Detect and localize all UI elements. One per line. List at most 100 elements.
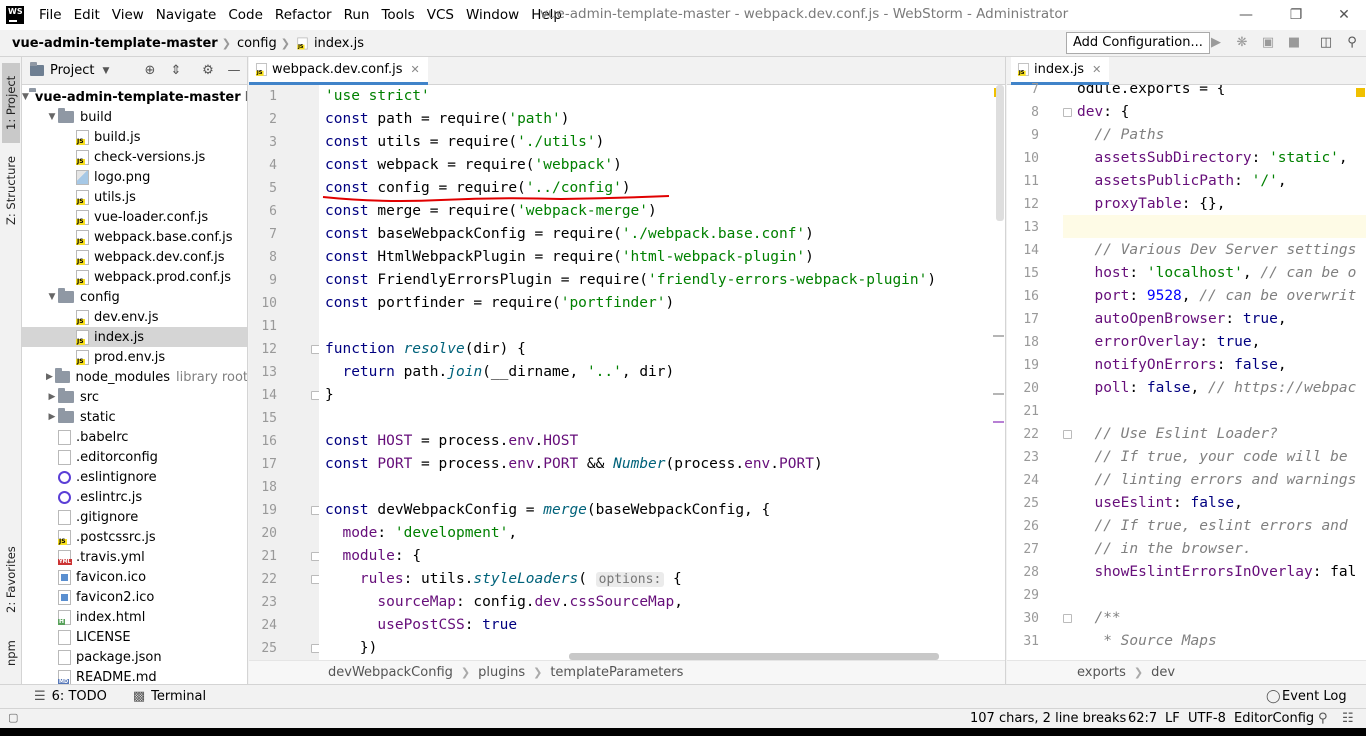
code-line[interactable]: host: 'localhost', // can be o	[1077, 262, 1356, 285]
code-line[interactable]: * Source Maps	[1077, 630, 1217, 653]
code-line[interactable]: autoOpenBrowser: true,	[1077, 308, 1286, 331]
tree-item-editorconfig[interactable]: .editorconfig	[22, 447, 247, 467]
tree-root-folder[interactable]: ▼ vue-admin-template-master E	[22, 87, 247, 107]
code-line[interactable]: showEslintErrorsInOverlay: fal	[1077, 561, 1356, 584]
tree-item-logo-png[interactable]: logo.png	[22, 167, 247, 187]
code-line[interactable]: port: 9528, // can be overwrit	[1077, 285, 1356, 308]
chevron-down-icon[interactable]: ▼	[22, 92, 29, 102]
tree-item-readme-md[interactable]: README.md	[22, 667, 247, 684]
tree-item-index-js[interactable]: index.js	[22, 327, 247, 347]
code-line[interactable]: const devWebpackConfig = merge(baseWebpa…	[325, 499, 770, 522]
tree-item-config[interactable]: ▼ config	[22, 287, 247, 307]
code-line[interactable]: 'use strict'	[325, 85, 430, 108]
chevron-down-icon[interactable]: ▼	[46, 292, 58, 302]
tree-item-license[interactable]: LICENSE	[22, 627, 247, 647]
chevron-right-icon[interactable]: ▶	[44, 372, 55, 382]
breadcrumb-index-js[interactable]: index.js	[314, 36, 368, 51]
menu-view[interactable]: View	[107, 7, 151, 23]
code-line[interactable]: poll: false, // https://webpac	[1077, 377, 1356, 400]
hide-panel-icon[interactable]: —	[226, 63, 242, 79]
change-marker[interactable]	[993, 335, 1004, 337]
add-configuration-button[interactable]: Add Configuration...	[1066, 32, 1210, 54]
todo-tool-button[interactable]: 6: TODO	[52, 689, 107, 704]
tree-item-gitignore[interactable]: .gitignore	[22, 507, 247, 527]
code-line[interactable]: function resolve(dir) {	[325, 338, 526, 361]
code-line[interactable]: // linting errors and warnings	[1077, 469, 1356, 492]
menu-edit[interactable]: Edit	[69, 7, 107, 23]
npm-tool-tab[interactable]: npm	[2, 631, 20, 675]
restore-icon[interactable]: ❐	[1276, 4, 1316, 26]
tree-item-eslintrc-js[interactable]: .eslintrc.js	[22, 487, 247, 507]
locate-file-icon[interactable]: ⊕	[142, 63, 158, 79]
right-code-area[interactable]: odule.exports = {dev: { // Paths assetsS…	[1069, 85, 1366, 660]
code-line[interactable]: // If true, your code will be	[1077, 446, 1347, 469]
tree-item-index-html[interactable]: index.html	[22, 607, 247, 627]
caret-position[interactable]: 62:7	[1128, 711, 1157, 726]
code-line[interactable]: // Paths	[1077, 124, 1164, 147]
editor-horizontal-scrollbar[interactable]	[569, 653, 939, 660]
code-line[interactable]: const path = require('path')	[325, 108, 569, 131]
code-line[interactable]: notifyOnErrors: false,	[1077, 354, 1286, 377]
tree-item-static[interactable]: ▶ static	[22, 407, 247, 427]
chevron-down-icon[interactable]: ▼	[46, 112, 58, 122]
code-line[interactable]: module: {	[325, 545, 421, 568]
breadcrumb-config[interactable]: config	[231, 36, 281, 51]
line-separator[interactable]: LF	[1165, 711, 1180, 726]
tree-item-dev-env-js[interactable]: dev.env.js	[22, 307, 247, 327]
lock-icon[interactable]: ⚲	[1318, 711, 1328, 726]
code-line[interactable]: // Use Eslint Loader?	[1077, 423, 1277, 446]
tree-item-src[interactable]: ▶ src	[22, 387, 247, 407]
project-tool-tab[interactable]: 1: Project	[2, 63, 20, 143]
tree-item-babelrc[interactable]: .babelrc	[22, 427, 247, 447]
project-structure-icon[interactable]: ◫	[1318, 35, 1334, 51]
code-line[interactable]: useEslint: false,	[1077, 492, 1242, 515]
menu-file[interactable]: File	[34, 7, 69, 23]
code-line[interactable]: const portfinder = require('portfinder')	[325, 292, 674, 315]
tree-item-build[interactable]: ▼ build	[22, 107, 247, 127]
favorites-tool-tab[interactable]: 2: Favorites	[2, 535, 20, 625]
tree-item-vue-loader-conf-js[interactable]: vue-loader.conf.js	[22, 207, 247, 227]
memory-indicator-icon[interactable]: ☷	[1342, 711, 1354, 726]
code-line[interactable]: /**	[1077, 607, 1120, 630]
tree-item-webpack-dev-conf-js[interactable]: webpack.dev.conf.js	[22, 247, 247, 267]
code-line[interactable]: rules: utils.styleLoaders( options: {	[325, 568, 682, 591]
editorconfig-indicator[interactable]: EditorConfig	[1234, 711, 1314, 726]
coverage-icon[interactable]: ▣	[1260, 35, 1276, 51]
code-line[interactable]: errorOverlay: true,	[1077, 331, 1260, 354]
search-everywhere-icon[interactable]: ⚲	[1344, 35, 1360, 51]
minimize-icon[interactable]: —	[1226, 4, 1266, 26]
tree-item-check-versions-js[interactable]: check-versions.js	[22, 147, 247, 167]
debug-icon[interactable]: ❋	[1234, 35, 1250, 51]
close-tab-icon[interactable]: ✕	[1092, 63, 1101, 76]
warning-marker[interactable]	[1356, 88, 1365, 97]
tree-item-build-js[interactable]: build.js	[22, 127, 247, 147]
run-icon[interactable]: ▶	[1208, 35, 1224, 51]
code-line[interactable]: mode: 'development',	[325, 522, 517, 545]
breadcrumb-templateparameters[interactable]: templateParameters	[550, 665, 683, 680]
code-line[interactable]: })	[325, 637, 377, 660]
tree-item-postcssrc-js[interactable]: .postcssrc.js	[22, 527, 247, 547]
chevron-down-icon[interactable]: ▼	[102, 66, 109, 76]
breadcrumb-project[interactable]: vue-admin-template-master	[0, 36, 222, 51]
breadcrumb-dev[interactable]: dev	[1151, 665, 1175, 680]
code-line[interactable]: odule.exports = {	[1077, 85, 1225, 101]
code-line[interactable]: // If true, eslint errors and	[1077, 515, 1347, 538]
menu-code[interactable]: Code	[223, 7, 270, 23]
terminal-tool-button[interactable]: Terminal	[151, 689, 206, 704]
menu-vcs[interactable]: VCS	[422, 7, 461, 23]
breadcrumb-plugins[interactable]: plugins	[478, 665, 525, 680]
code-line[interactable]: usePostCSS: true	[325, 614, 517, 637]
menu-refactor[interactable]: Refactor	[270, 7, 339, 23]
gear-icon[interactable]: ⚙	[200, 63, 216, 79]
stop-icon[interactable]: ■	[1286, 35, 1302, 51]
tree-item-utils-js[interactable]: utils.js	[22, 187, 247, 207]
structure-tool-tab[interactable]: Z: Structure	[2, 151, 20, 231]
tab-webpack-dev-conf[interactable]: webpack.dev.conf.js ✕	[249, 57, 428, 85]
project-view-selector[interactable]: Project	[50, 63, 94, 78]
tree-item-webpack-base-conf-js[interactable]: webpack.base.conf.js	[22, 227, 247, 247]
code-area[interactable]: 'use strict' const path = require('path')…	[319, 85, 993, 660]
code-line[interactable]: // in the browser.	[1077, 538, 1251, 561]
code-line[interactable]: proxyTable: {},	[1077, 193, 1225, 216]
change-marker[interactable]	[993, 421, 1004, 423]
change-marker[interactable]	[993, 393, 1004, 395]
